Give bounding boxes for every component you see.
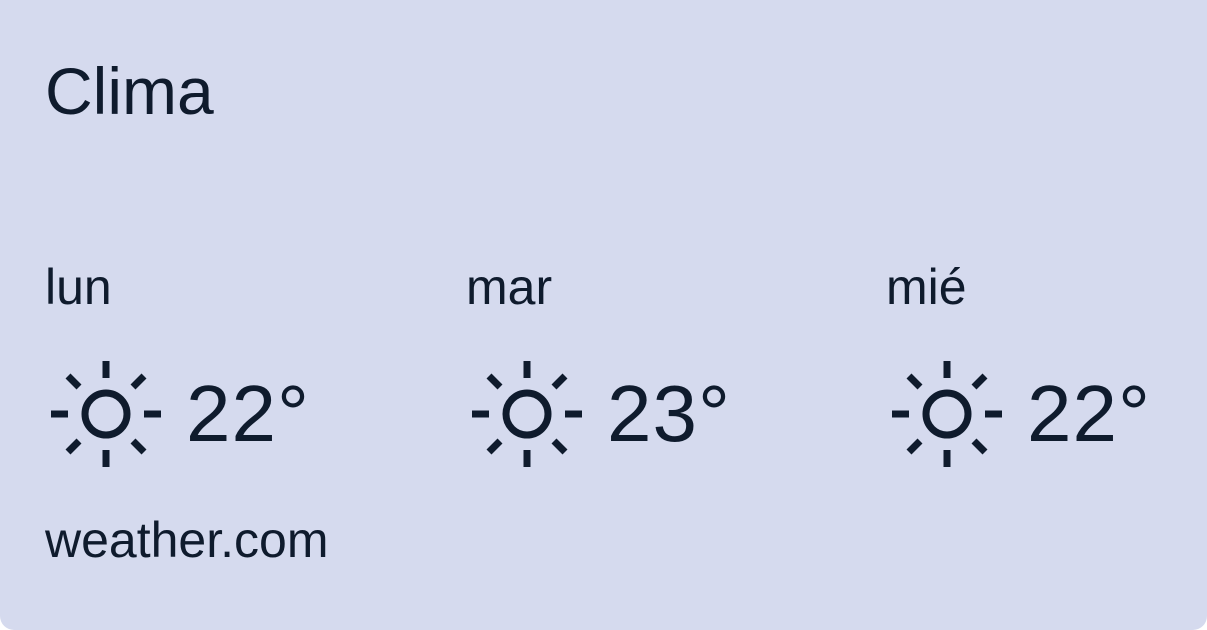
day-label: mar (466, 259, 553, 315)
weather-card: Clima lun 22° mar 23° mié 22° weather.co… (0, 0, 1207, 630)
temperature: 22° (1027, 369, 1151, 458)
day-forecast: 22° (889, 358, 1151, 470)
sun-icon (472, 361, 582, 467)
source-link[interactable]: weather.com (45, 510, 328, 570)
forecast-day-wednesday: mié 22° (886, 0, 1201, 480)
day-forecast: 22° (48, 358, 310, 470)
day-label: mié (886, 259, 967, 315)
temperature: 22° (186, 369, 310, 458)
sun-icon (51, 361, 161, 467)
day-forecast: 23° (469, 358, 731, 470)
forecast-day-tuesday: mar 23° (466, 0, 846, 480)
sun-icon (892, 361, 1002, 467)
forecast-day-monday: lun 22° (45, 0, 425, 480)
day-label: lun (45, 259, 112, 315)
temperature: 23° (607, 369, 731, 458)
